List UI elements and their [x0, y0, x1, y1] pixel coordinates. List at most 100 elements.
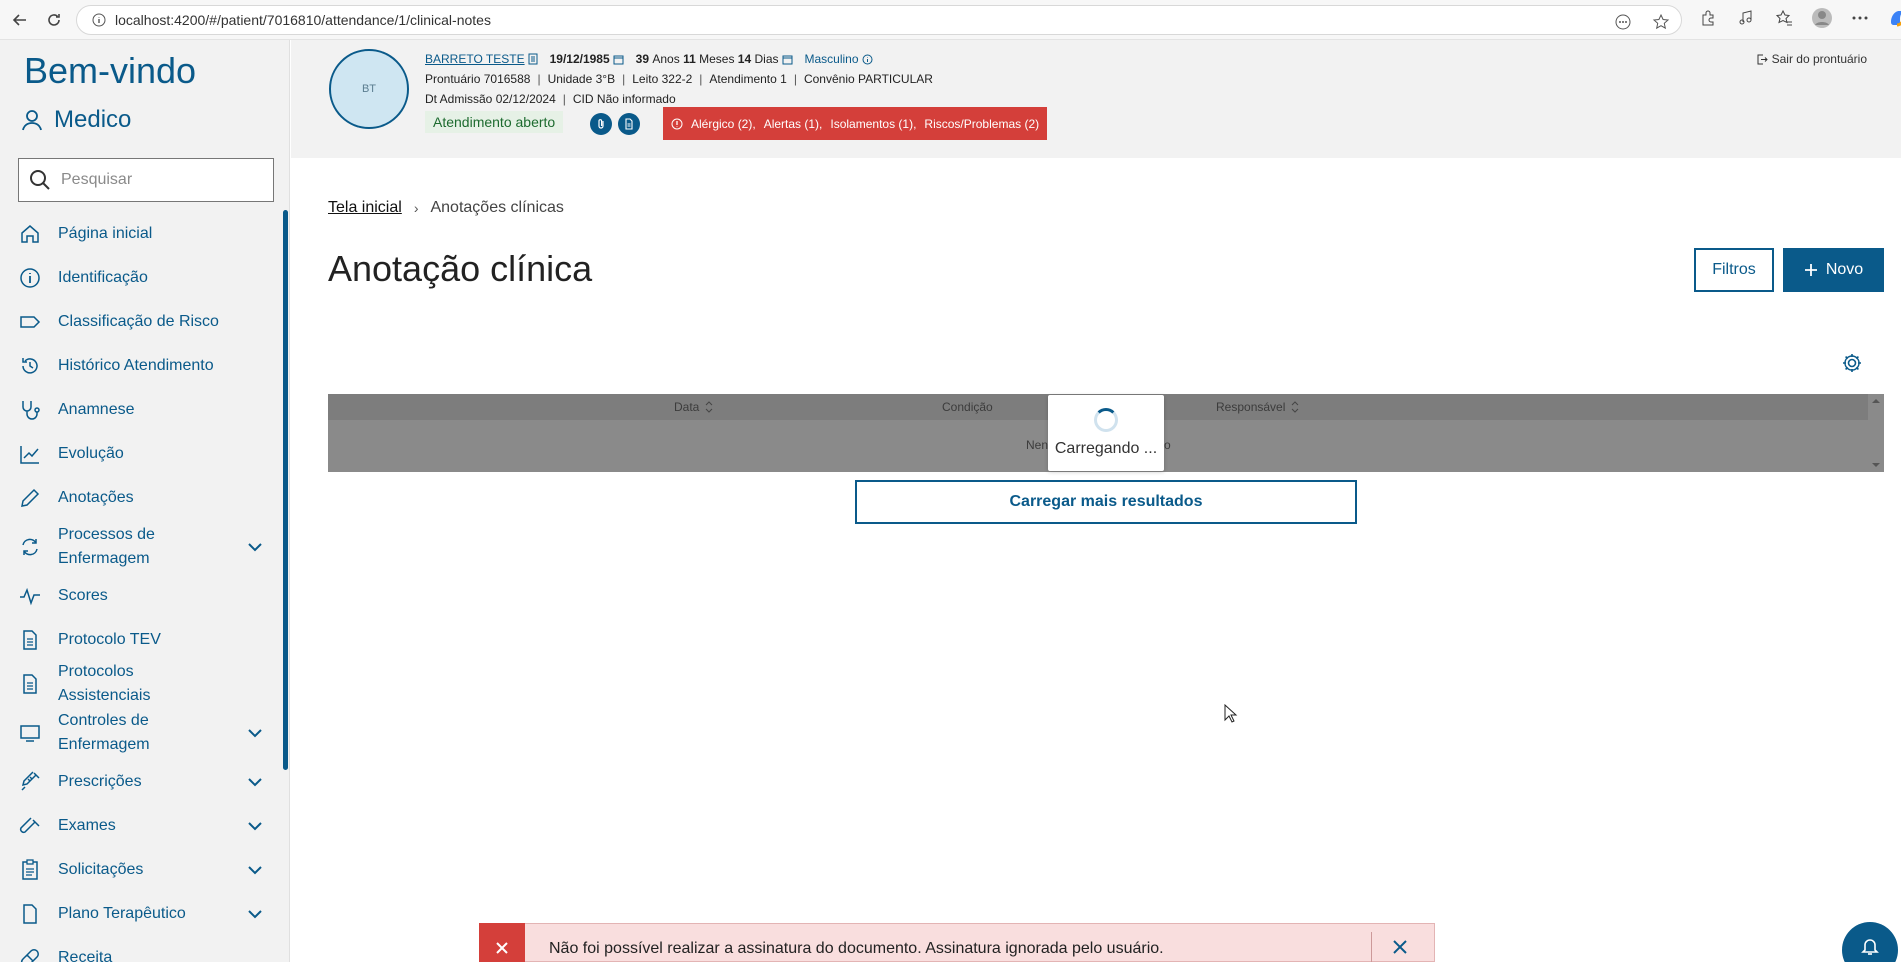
pencil-icon: [18, 486, 42, 510]
chevron-down-icon[interactable]: [246, 773, 264, 791]
error-toast: Não foi possível realizar a assinatura d…: [479, 923, 1435, 962]
table-scrollbar[interactable]: [1870, 396, 1882, 470]
bed-value: 322-2: [661, 72, 693, 86]
sidebar-item-solicitacoes[interactable]: Solicitações: [0, 848, 282, 892]
alert-risks[interactable]: Riscos/Problemas (2): [924, 117, 1039, 131]
media-icon[interactable]: [1734, 6, 1758, 30]
unit-value: 3°B: [595, 72, 616, 86]
notifications-button[interactable]: [1842, 922, 1898, 962]
filters-button[interactable]: Filtros: [1694, 248, 1774, 292]
back-button[interactable]: [6, 6, 34, 34]
sync-icon: [18, 535, 42, 559]
unit-label: Unidade: [547, 72, 593, 86]
attachment-button[interactable]: [590, 113, 612, 135]
pill-icon: [18, 946, 42, 962]
history-icon: [18, 354, 42, 378]
monitor-icon: [18, 721, 42, 745]
new-button[interactable]: Novo: [1783, 248, 1884, 292]
sidebar-item-label: Exames: [58, 817, 116, 834]
info-icon[interactable]: [862, 54, 873, 65]
sidebar-item-label: Scores: [58, 587, 108, 604]
search-box: [18, 158, 274, 202]
chart-line-icon: [18, 442, 42, 466]
alert-isolations[interactable]: Isolamentos (1),: [830, 117, 916, 131]
patient-age-months: 11: [683, 52, 696, 66]
exit-record-link[interactable]: Sair do prontuário: [1757, 52, 1867, 66]
record-number: 7016588: [483, 72, 531, 86]
reader-mode-icon[interactable]: [1611, 10, 1635, 34]
reload-button[interactable]: [40, 6, 68, 34]
alert-icon: [671, 118, 683, 129]
profile-icon[interactable]: [1810, 6, 1834, 30]
gear-icon: [1843, 354, 1861, 372]
calendar-icon: [782, 54, 793, 65]
copy-icon[interactable]: [528, 53, 538, 65]
load-more-button[interactable]: Carregar mais resultados: [855, 480, 1357, 524]
exit-icon: [1757, 54, 1768, 64]
search-input[interactable]: [61, 171, 261, 189]
clipboard-icon: [18, 858, 42, 882]
table-settings-button[interactable]: [1841, 352, 1863, 379]
sidebar-item-classificacao-risco[interactable]: Classificação de Risco: [0, 300, 282, 344]
sidebar-item-evolucao[interactable]: Evolução: [0, 432, 282, 476]
alert-allergy[interactable]: Alérgico (2),: [691, 117, 756, 131]
chevron-down-icon[interactable]: [246, 861, 264, 879]
breadcrumb-home-link[interactable]: Tela inicial: [328, 199, 402, 217]
address-bar[interactable]: localhost:4200/#/patient/7016810/attenda…: [76, 5, 1682, 35]
sidebar-item-label: Identificação: [58, 269, 148, 286]
back-arrow-icon: [12, 13, 26, 26]
alert-alerts[interactable]: Alertas (1),: [764, 117, 823, 131]
patient-avatar: BT: [329, 49, 409, 129]
sidebar-item-receita[interactable]: Receita: [0, 936, 282, 962]
patient-birth-date: 19/12/1985: [549, 52, 610, 66]
sidebar-item-anamnese[interactable]: Anamnese: [0, 388, 282, 432]
sidebar-item-label: Controles de Enfermagem: [58, 712, 150, 753]
breadcrumb: Tela inicial › Anotações clínicas: [328, 199, 564, 217]
sidebar-item-prescricoes[interactable]: Prescrições: [0, 760, 282, 804]
insurance-value: PARTICULAR: [858, 72, 933, 86]
sidebar-item-controles-enfermagem[interactable]: Controles de Enfermagem: [0, 706, 282, 760]
column-header-responsavel[interactable]: Responsável: [1216, 400, 1299, 414]
chevron-down-icon[interactable]: [246, 538, 264, 556]
toast-close-button[interactable]: [1392, 925, 1408, 960]
cid-value: Não informado: [596, 92, 676, 106]
chevron-down-icon[interactable]: [246, 724, 264, 742]
loading-text: Carregando ...: [1054, 440, 1158, 457]
site-info-icon[interactable]: [87, 13, 111, 27]
sort-icon: [1292, 401, 1299, 413]
extensions-icon[interactable]: [1696, 6, 1720, 30]
favorite-star-icon[interactable]: [1649, 10, 1673, 34]
sidebar-item-label: Processos de Enfermagem: [58, 526, 155, 567]
patient-age-days-unit: Dias: [754, 52, 779, 66]
sidebar-item-plano-terapeutico[interactable]: Plano Terapêutico: [0, 892, 282, 936]
documents-button[interactable]: [618, 113, 640, 135]
alerts-bar[interactable]: Alérgico (2), Alertas (1), Isolamentos (…: [663, 107, 1048, 140]
sidebar-scrollbar[interactable]: [283, 210, 288, 770]
more-options-icon[interactable]: [1848, 6, 1872, 30]
sidebar-item-protocolo-tev[interactable]: Protocolo TEV: [0, 618, 282, 662]
sidebar-item-historico-atendimento[interactable]: Histórico Atendimento: [0, 344, 282, 388]
copilot-icon[interactable]: [1886, 6, 1901, 30]
sidebar-item-protocolos-assistenciais[interactable]: Protocolos Assistenciais: [0, 662, 282, 706]
bed-label: Leito: [632, 72, 659, 86]
document-icon: [18, 672, 42, 696]
status-badge: Atendimento aberto: [425, 111, 564, 133]
column-header-condicao[interactable]: Condição: [942, 400, 993, 414]
chevron-down-icon[interactable]: [246, 905, 264, 923]
sidebar-item-pagina-inicial[interactable]: Página inicial: [0, 212, 282, 256]
sidebar-item-identificacao[interactable]: Identificação: [0, 256, 282, 300]
sidebar-item-label: Evolução: [58, 445, 124, 462]
breadcrumb-current: Anotações clínicas: [430, 199, 564, 216]
sidebar-item-anotacoes[interactable]: Anotações: [0, 476, 282, 520]
reload-icon: [48, 13, 60, 26]
patient-gender: Masculino: [804, 52, 859, 66]
sidebar-item-scores[interactable]: Scores: [0, 574, 282, 618]
sidebar-item-processos-enfermagem[interactable]: Processos de Enfermagem: [0, 520, 282, 574]
chevron-down-icon[interactable]: [246, 817, 264, 835]
sidebar-item-exames[interactable]: Exames: [0, 804, 282, 848]
syringe-icon: [18, 770, 42, 794]
patient-name[interactable]: BARRETO TESTE: [425, 52, 525, 66]
chevron-right-icon: ›: [413, 200, 419, 216]
column-header-data[interactable]: Data: [674, 400, 713, 414]
favorites-icon[interactable]: [1772, 6, 1796, 30]
